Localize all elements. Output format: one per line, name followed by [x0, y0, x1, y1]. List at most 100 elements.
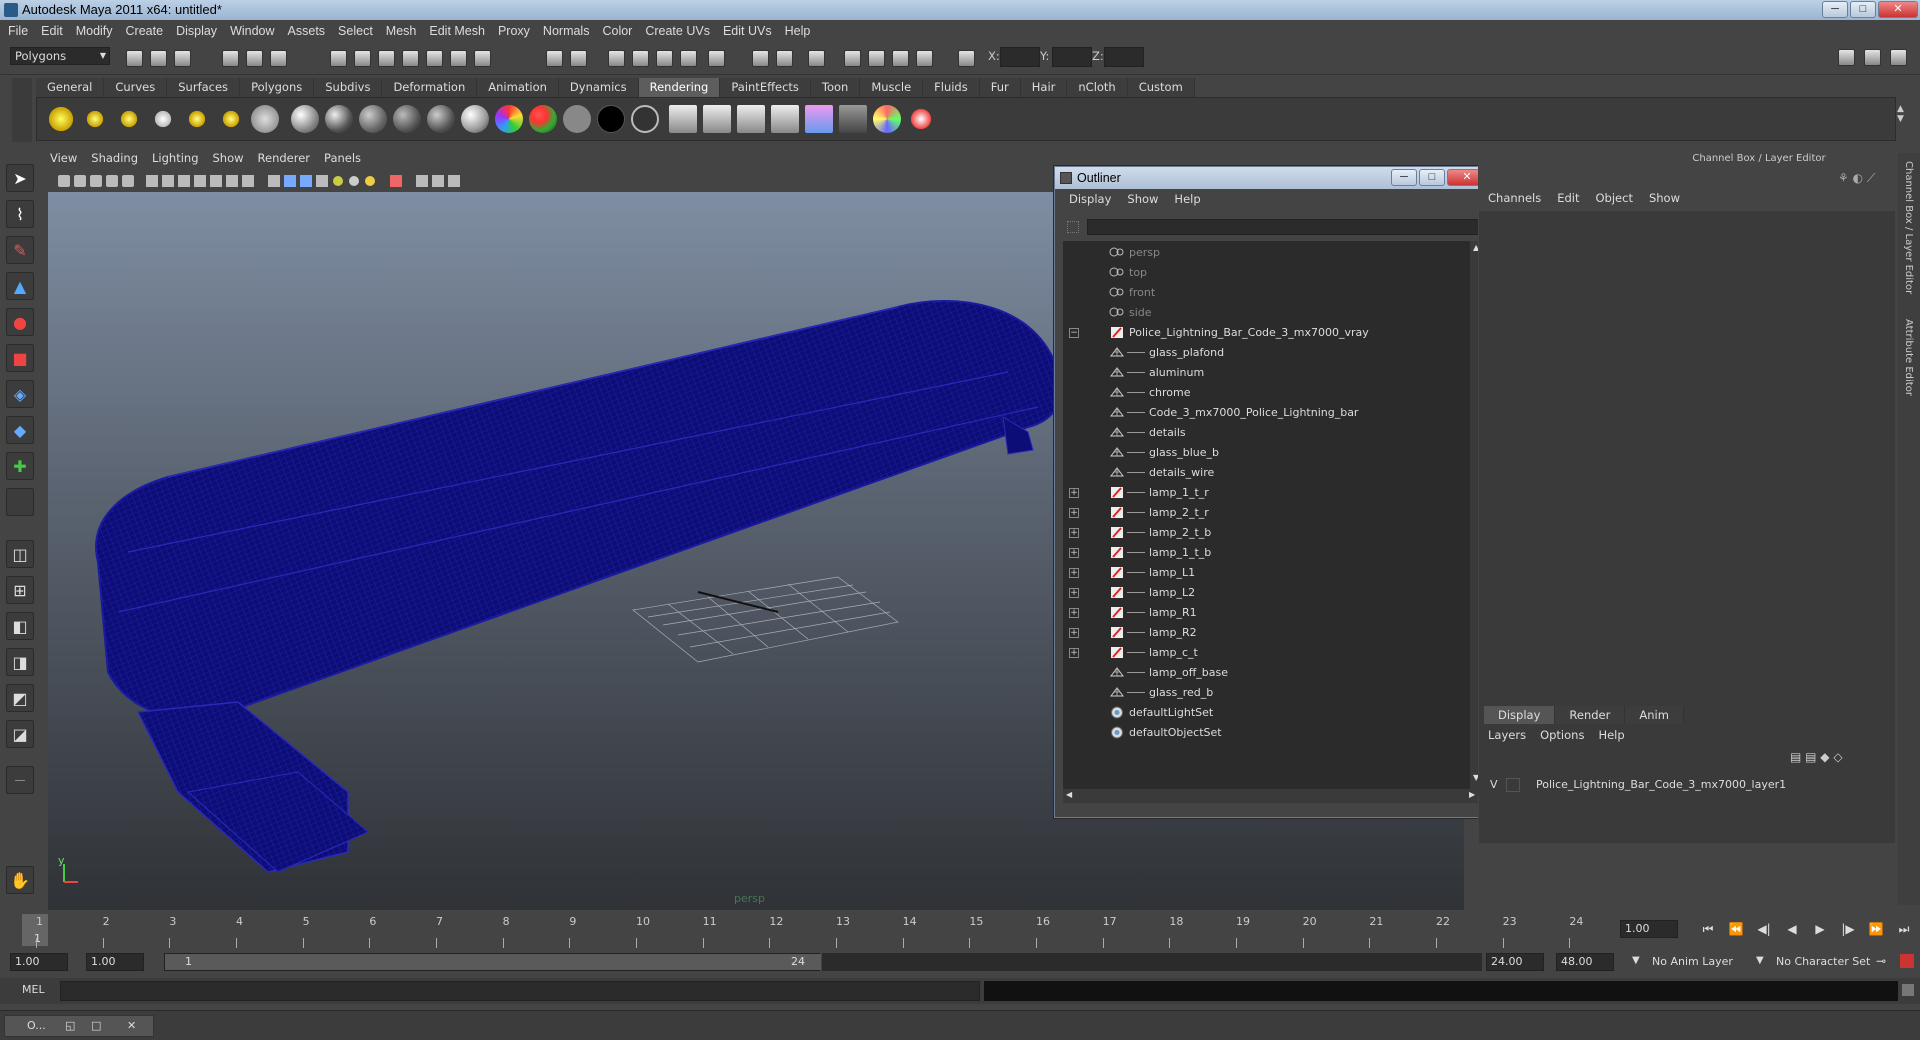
outliner-item[interactable]: + lamp_L2 — [1063, 583, 1470, 602]
rotate-tool-icon[interactable]: ● — [6, 308, 34, 336]
select-by-name-icon[interactable] — [868, 50, 885, 67]
select-object-icon[interactable] — [246, 50, 263, 67]
snap-view-plane-icon[interactable] — [402, 50, 419, 67]
panel-toolbar-icons[interactable] — [50, 171, 570, 191]
render-current-frame-icon[interactable] — [669, 105, 697, 133]
animation-start-field[interactable]: 1.00 — [10, 953, 68, 971]
menu-proxy[interactable]: Proxy — [498, 24, 530, 38]
panel-menu-panels[interactable]: Panels — [324, 151, 361, 169]
outliner-item[interactable]: lamp_off_base — [1063, 663, 1470, 682]
select-tool-icon[interactable]: ➤ — [6, 164, 34, 192]
menu-help[interactable]: Help — [785, 24, 811, 38]
shelf-tab-curves[interactable]: Curves — [104, 78, 168, 97]
numeric-input-icon[interactable] — [916, 50, 933, 67]
persp-graph-layout-icon[interactable]: ◨ — [6, 648, 34, 676]
render-layer-icon[interactable] — [839, 105, 867, 133]
playback-end-field[interactable]: 24.00 — [1486, 953, 1544, 971]
render-settings-shelf-icon[interactable] — [737, 105, 765, 133]
outliner-item[interactable]: side — [1063, 303, 1470, 322]
use-background-icon[interactable] — [597, 105, 625, 133]
script-editor-icon[interactable] — [1902, 984, 1914, 996]
outliner-item[interactable]: glass_red_b — [1063, 683, 1470, 702]
maximize-button[interactable]: □ — [1850, 1, 1876, 18]
directional-light-icon[interactable] — [81, 105, 109, 133]
point-light-icon[interactable] — [115, 105, 143, 133]
layer-row[interactable]: V Police_Lightning_Bar_Code_3_mx7000_lay… — [1478, 775, 1893, 795]
menu-color[interactable]: Color — [602, 24, 632, 38]
outliner-item[interactable]: aluminum — [1063, 363, 1470, 382]
command-input[interactable] — [60, 981, 980, 1001]
ramp-shader-icon[interactable] — [495, 105, 523, 133]
expand-icon[interactable]: + — [1069, 508, 1079, 518]
selection-mask-icon[interactable] — [570, 50, 587, 67]
channel-box-menu-object[interactable]: Object — [1596, 191, 1633, 205]
display-ui-toggle-icon[interactable]: ✋ — [6, 866, 34, 894]
shelf-tab-painteffects[interactable]: PaintEffects — [720, 78, 811, 97]
taskbar-maximize-icon[interactable]: □ — [91, 1016, 101, 1036]
shelf-tab-rendering[interactable]: Rendering — [638, 78, 721, 97]
hypershade-icon[interactable] — [708, 50, 725, 67]
select-hierarchy-icon[interactable] — [222, 50, 239, 67]
channel-box-area[interactable] — [1479, 211, 1895, 843]
outliner-item[interactable]: − Police_Lightning_Bar_Code_3_mx7000_vray — [1063, 323, 1470, 342]
panel-menu-lighting[interactable]: Lighting — [152, 151, 198, 169]
last-tool-icon[interactable] — [6, 488, 34, 516]
shelf-tab-fluids[interactable]: Fluids — [923, 78, 980, 97]
shelf-tab-polygons[interactable]: Polygons — [240, 78, 315, 97]
blinn-shader-icon[interactable] — [325, 105, 353, 133]
outliner-item[interactable]: defaultObjectSet — [1063, 723, 1470, 742]
four-view-layout-icon[interactable]: ⊞ — [6, 576, 34, 604]
lock-icon[interactable] — [546, 50, 563, 67]
menu-window[interactable]: Window — [230, 24, 274, 38]
expand-icon[interactable]: + — [1069, 528, 1079, 538]
shelf-tab-hair[interactable]: Hair — [1020, 78, 1068, 97]
x-field[interactable] — [1000, 47, 1040, 67]
cmd-language-label[interactable]: MEL — [22, 983, 45, 996]
outliner-item[interactable]: + lamp_R2 — [1063, 623, 1470, 642]
outliner-menu-display[interactable]: Display — [1069, 192, 1111, 206]
surface-shader-icon[interactable] — [563, 105, 591, 133]
phong-shader-icon[interactable] — [393, 105, 421, 133]
absolute-transform-icon[interactable] — [776, 50, 793, 67]
single-perspective-layout-icon[interactable]: ◫ — [6, 540, 34, 568]
outliner-item[interactable]: glass_plafond — [1063, 343, 1470, 362]
layer-menu-help[interactable]: Help — [1598, 728, 1624, 742]
ipr-render-icon[interactable] — [656, 50, 673, 67]
collapse-icon[interactable]: − — [1069, 328, 1079, 338]
persp-graph-hypergraph-layout-icon[interactable]: ◪ — [6, 720, 34, 748]
outliner-item[interactable]: chrome — [1063, 383, 1470, 402]
anim-layer-dropdown[interactable]: No Anim Layer — [1652, 955, 1733, 968]
shelf-tab-general[interactable]: General — [36, 78, 105, 97]
layer-template-toggle[interactable] — [1506, 778, 1520, 792]
outliner-minimize-button[interactable]: ─ — [1391, 169, 1417, 186]
shading-map-icon[interactable] — [529, 105, 557, 133]
outliner-item[interactable]: + lamp_L1 — [1063, 563, 1470, 582]
expand-icon[interactable]: + — [1069, 488, 1079, 498]
outliner-title-bar[interactable]: Outliner ─ □ ✕ — [1055, 167, 1489, 189]
shelf-tab-surfaces[interactable]: Surfaces — [167, 78, 241, 97]
taskbar-close-icon[interactable]: ✕ — [127, 1016, 136, 1036]
volume-light-icon[interactable] — [217, 105, 245, 133]
menu-create-uvs[interactable]: Create UVs — [645, 24, 710, 38]
go-to-start-button[interactable]: ⏮ — [1700, 922, 1716, 938]
outliner-item[interactable]: + lamp_c_t — [1063, 643, 1470, 662]
menu-mesh[interactable]: Mesh — [386, 24, 417, 38]
scroll-left-icon[interactable]: ◀ — [1066, 790, 1072, 799]
ambient-light-icon[interactable] — [47, 105, 75, 133]
time-slider[interactable]: 1 1 2 3 4 5 6 7 8 9 10 11 12 13 14 15 16 17 18 19 20 21 22 23 2… — [10, 912, 1620, 948]
taskbar-restore-icon[interactable]: ◱ — [65, 1016, 75, 1036]
persp-outliner-layout-icon[interactable]: ◧ — [6, 612, 34, 640]
light-linking-icon[interactable] — [251, 105, 279, 133]
shelf-tab-subdivs[interactable]: Subdivs — [314, 78, 383, 97]
outliner-filter-field[interactable] — [1087, 219, 1483, 235]
paint-select-tool-icon[interactable]: ✎ — [6, 236, 34, 264]
phong-e-shader-icon[interactable] — [427, 105, 455, 133]
outliner-menu-help[interactable]: Help — [1174, 192, 1200, 206]
go-to-end-button[interactable]: ⏭ — [1896, 922, 1912, 938]
render-settings-icon[interactable] — [680, 50, 697, 67]
help-line-icon[interactable] — [474, 50, 491, 67]
panel-menu-view[interactable]: View — [50, 151, 77, 169]
shelf-tab-fur[interactable]: Fur — [979, 78, 1021, 97]
expand-icon[interactable]: + — [1069, 608, 1079, 618]
side-tab-channel-box[interactable]: Channel Box / Layer Editor — [1903, 161, 1914, 294]
